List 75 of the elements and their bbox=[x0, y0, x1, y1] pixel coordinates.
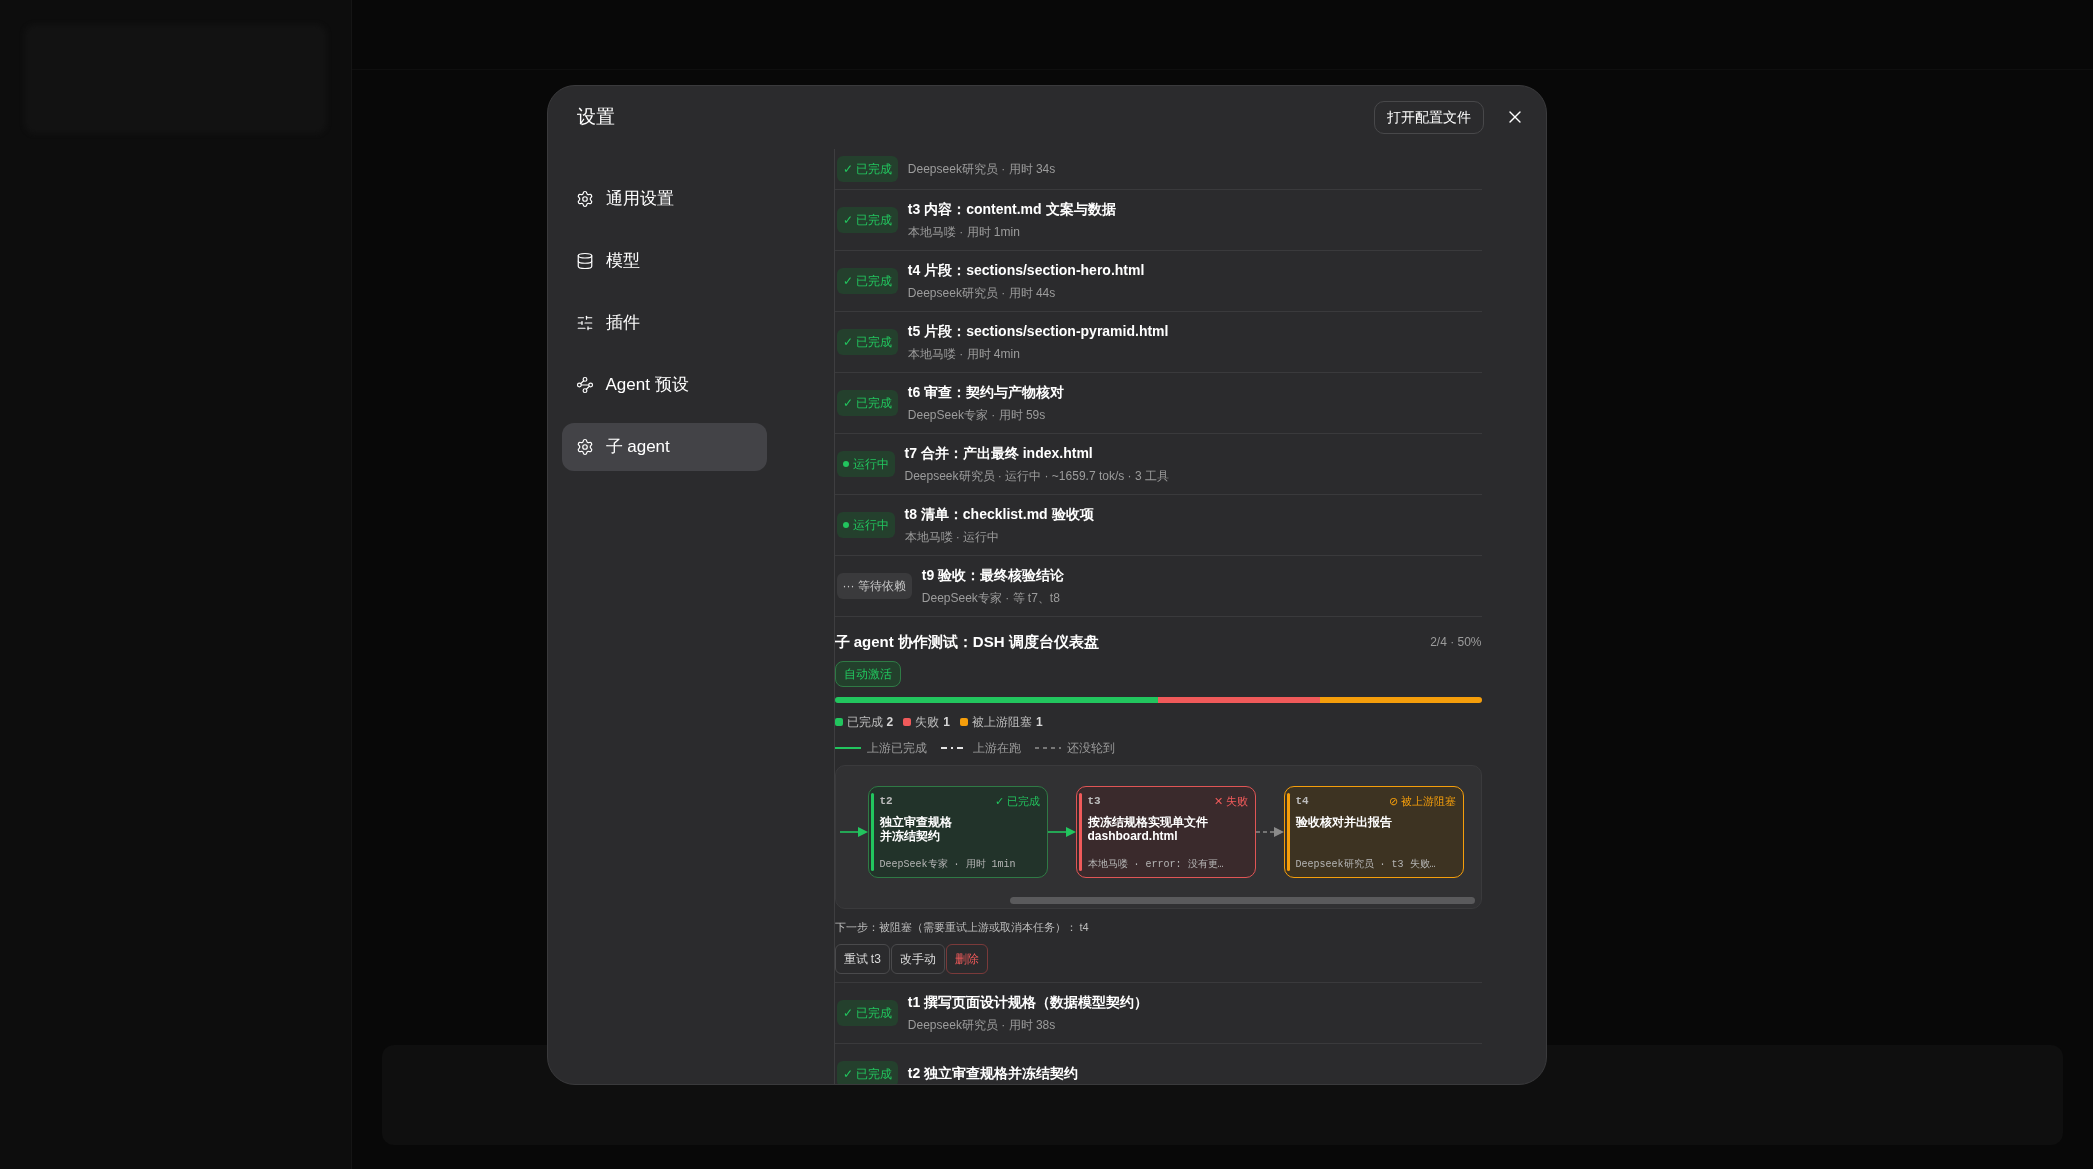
task-title: t7 合并：产出最终 index.html bbox=[904, 443, 1094, 463]
nav-item[interactable]: Agent 预设 bbox=[561, 360, 767, 409]
legend-count: 2 bbox=[886, 714, 894, 731]
task-meta: 本地马喽 · 用时 4min bbox=[907, 345, 1021, 363]
node-title: dashboard.html bbox=[1087, 828, 1179, 843]
dialog-title: 设置 bbox=[576, 104, 615, 129]
status-badge: ✓ 已完成 bbox=[836, 1060, 898, 1084]
task-title: t6 审查：契约与产物核对 bbox=[907, 382, 1065, 402]
task-title: t2 独立审查规格并冻结契约 bbox=[907, 1064, 1079, 1083]
node-title: 独立审查规格 bbox=[879, 814, 953, 829]
task-title: t8 清单：checklist.md 验收项 bbox=[904, 504, 1094, 524]
task-node[interactable]: t2 ✓ 已完成 独立审查规格 并冻结契约 DeepSeek专家 · 用时 1min bbox=[867, 786, 1048, 878]
node-title: 按冻结规格实现单文件 bbox=[1087, 814, 1209, 829]
legend-label: 已完成 bbox=[846, 714, 883, 731]
legend-label: 被上游阻塞 bbox=[971, 714, 1032, 731]
line-style-icon bbox=[834, 746, 861, 750]
task-meta: DeepSeek专家 · 等 t7、t8 bbox=[921, 589, 1061, 607]
node-id: t4 bbox=[1295, 794, 1309, 809]
line-legend-label: 还没轮到 bbox=[1066, 740, 1115, 757]
task-title: t5 片段：sections/section-pyramid.html bbox=[907, 321, 1169, 341]
auto-activate-badge: 自动激活 bbox=[834, 661, 901, 687]
node-status: ✕ 失败 bbox=[1214, 794, 1249, 809]
nav-icon bbox=[575, 189, 594, 208]
nav-item[interactable]: 插件 bbox=[561, 298, 767, 347]
node-id: t3 bbox=[1087, 794, 1101, 809]
legend-label: 失败 bbox=[915, 714, 940, 731]
nav-item[interactable]: 通用设置 bbox=[561, 174, 767, 223]
line-legend-label: 上游在跑 bbox=[972, 740, 1021, 757]
legend-count: 1 bbox=[1035, 714, 1043, 731]
node-footer: DeepSeek专家 · 用时 1min bbox=[879, 857, 1041, 872]
node-footer: Deepseek研究员 · t3 失败… bbox=[1295, 857, 1457, 872]
status-badge: 运行中 bbox=[836, 511, 895, 538]
nav-icon bbox=[575, 437, 594, 456]
task-meta: Deepseek研究员 · 用时 38s bbox=[907, 1016, 1057, 1034]
node-footer: 本地马喽 · error: 没有更… bbox=[1087, 857, 1249, 872]
status-badge: ✓ 已完成 bbox=[836, 999, 898, 1026]
nav-item[interactable]: 模型 bbox=[561, 236, 767, 285]
task-title: t4 片段：sections/section-hero.html bbox=[907, 260, 1145, 280]
legend-count: 1 bbox=[943, 714, 950, 731]
nav-item[interactable]: 子 agent bbox=[561, 422, 767, 471]
line-style-icon bbox=[1034, 746, 1061, 750]
node-title: 并冻结契约 bbox=[879, 828, 941, 843]
action-button[interactable]: 重试 t3 bbox=[834, 943, 890, 974]
node-title: 验收核对并出报告 bbox=[1295, 814, 1393, 829]
task-node[interactable]: t4 ⊘ 被上游阻塞 验收核对并出报告 Deepseek研究员 · t3 失败… bbox=[1283, 786, 1464, 878]
status-badge: ✓ 已完成 bbox=[836, 267, 898, 294]
nav-icon bbox=[575, 251, 594, 270]
task-title: t1 撰写页面设计规格（数据模型契约） bbox=[907, 992, 1149, 1012]
nav-icon bbox=[575, 313, 594, 332]
task-meta: Deepseek研究员 · 用时 44s bbox=[907, 284, 1057, 302]
task-meta: DeepSeek专家 · 用时 59s bbox=[907, 406, 1047, 424]
task-title: t3 内容：content.md 文案与数据 bbox=[907, 199, 1116, 219]
status-badge: 运行中 bbox=[836, 450, 895, 477]
task-title: t9 验收：最终核验结论 bbox=[921, 565, 1065, 585]
task-meta: 本地马喽 · 用时 1min bbox=[907, 223, 1021, 241]
task-node[interactable]: t3 ✕ 失败 按冻结规格实现单文件 dashboard.html 本地马喽 · error: 没有更… bbox=[1075, 786, 1256, 878]
action-button[interactable]: 删除 bbox=[945, 943, 988, 974]
status-badge: ✓ 已完成 bbox=[836, 389, 898, 416]
nav-icon bbox=[575, 375, 594, 394]
status-badge: ✓ 已完成 bbox=[836, 155, 898, 182]
task-meta: Deepseek研究员 · 运行中 · ~1659.7 tok/s · 3 工具 bbox=[904, 467, 1169, 485]
node-status: ⊘ 被上游阻塞 bbox=[1389, 794, 1457, 809]
status-badge: ✓ 已完成 bbox=[836, 206, 898, 233]
open-config-button[interactable]: 打开配置文件 bbox=[1373, 100, 1484, 134]
line-legend-label: 上游已完成 bbox=[866, 740, 927, 757]
status-badge: ··· 等待依赖 bbox=[836, 572, 912, 599]
task-meta: Deepseek研究员 · 用时 34s bbox=[907, 160, 1056, 178]
task-meta: 本地马喽 · 运行中 bbox=[904, 528, 1001, 546]
node-id: t2 bbox=[879, 794, 893, 809]
status-badge: ✓ 已完成 bbox=[836, 328, 898, 355]
group-title: 子 agent 协作测试：DSH 调度台仪表盘 bbox=[834, 631, 1099, 652]
next-step-text: 下一步：被阻塞（需要重试上游或取消本任务）： t4 bbox=[834, 920, 1090, 935]
progress-text: 2/4 · 50% bbox=[1430, 633, 1482, 651]
node-status: ✓ 已完成 bbox=[995, 794, 1041, 809]
action-button[interactable]: 改手动 bbox=[890, 943, 945, 974]
